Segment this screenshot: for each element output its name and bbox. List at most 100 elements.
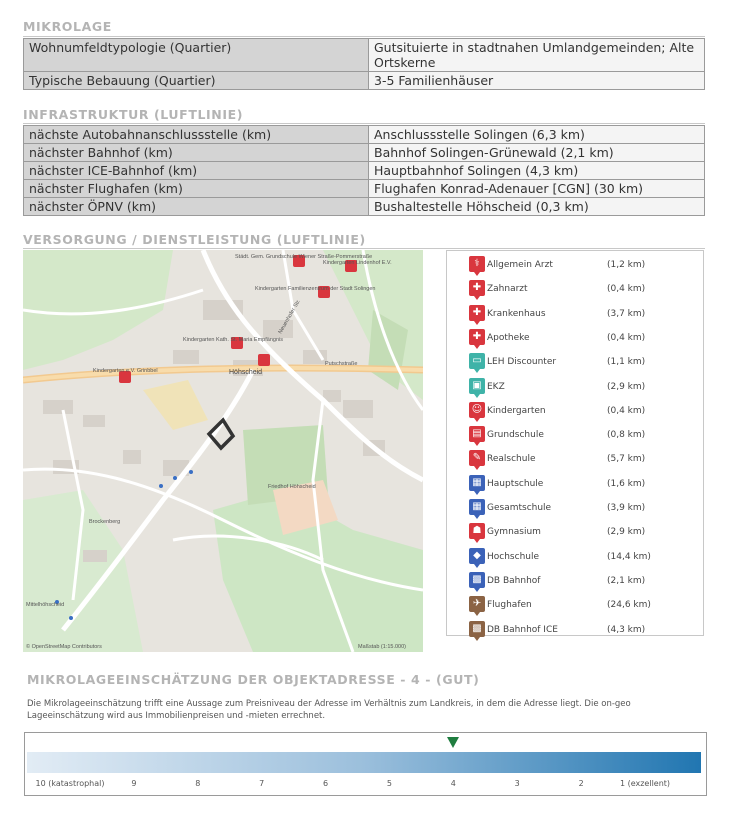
university-icon: ◆ [469,547,485,568]
legend-label: Apotheke [487,332,530,343]
legend-distance: (5,7 km) [607,454,646,465]
legend-item: ▣ EKZ (2,9 km) [469,377,699,398]
map-label-town: Höhscheid [229,369,262,376]
legend-distance: (3,7 km) [607,308,646,319]
doctor-icon: ⚕ [469,256,485,276]
kindergarten-icon: ☺ [469,401,485,422]
infrastruktur-value: Hauptbahnhof Solingen (4,3 km) [368,161,705,180]
hauptschule-icon: ▦ [469,474,485,495]
legend-distance: (4,3 km) [607,624,646,635]
infrastruktur-value: Bushaltestelle Höhscheid (0,3 km) [368,197,705,216]
legend-item: ◆ Hochschule (14,4 km) [469,547,699,568]
legend-distance: (3,9 km) [607,503,646,513]
primary-school-icon: ▤ [469,426,485,447]
legend-label: Hochschule [487,551,540,562]
mikrolage-value: Gutsituierte in stadtnahen Umlandgemeind… [368,38,705,72]
airport-icon: ✈ [469,596,485,617]
ice-station-icon: ▩ [469,620,485,641]
legend-distance: (0,8 km) [607,430,646,441]
map-label-kita-left: Kindergarten e.V. Grinbbel [93,368,158,374]
poi-legend: ⚕ Allgemein Arzt (1,2 km) ✚ Zahnarzt (0,4 km)… [446,250,704,641]
legend-label: Flughafen [487,600,532,611]
mikrolage-key: Wohnumfeldtypologie (Quartier) [23,38,369,72]
table-row: nächster Bahnhof (km) Bahnhof Solingen-G… [23,143,705,162]
legend-label: Realschule [487,454,536,465]
legend-item: ▭ LEH Discounter (1,1 km) [469,353,699,374]
legend-label: Hauptschule [487,478,544,489]
legend-label: Gesamtschule [487,503,552,513]
legend-distance: (14,4 km) [607,551,651,562]
legend-distance: (1,1 km) [607,357,646,368]
rating-scale-label: 7 [259,779,265,788]
legend-item: ✚ Apotheke (0,4 km) [469,328,699,349]
legend-distance: (2,9 km) [607,527,646,538]
rating-scale: 10 (katastrophal) 9 8 7 6 5 4 3 2 1 (exzellent) [24,732,707,796]
assessment-text: Die Mikrolageeinschätzung trifft eine Au… [27,699,631,721]
rating-scale-label: 10 (katastrophal) [35,779,105,788]
discounter-icon: ▭ [469,353,485,374]
location-map[interactable]: Städt. Gem. Grundschule Wiener Straße-Po… [23,250,423,652]
legend-distance: (2,9 km) [607,381,646,392]
map-canvas: Städt. Gem. Grundschule Wiener Straße-Po… [23,250,423,652]
rating-scale-label: 8 [195,779,201,788]
legend-distance: (1,2 km) [607,260,646,270]
versorgung-rule [23,248,705,249]
rating-scale-label: 3 [514,779,520,788]
map-scale: Maßstab (1:15.000) [358,644,406,650]
legend-item: ✎ Realschule (5,7 km) [469,450,699,471]
legend-label: Gymnasium [487,527,541,538]
legend-distance: (0,4 km) [607,405,646,416]
pharmacy-icon: ✚ [469,328,485,349]
infrastruktur-value: Flughafen Konrad-Adenauer [CGN] (30 km) [368,179,705,198]
train-station-icon: ▩ [469,571,485,592]
legend-item: ✚ Zahnarzt (0,4 km) [469,280,699,301]
legend-label: Kindergarten [487,405,546,416]
rating-marker [447,737,460,748]
infrastruktur-table: nächste Autobahnanschlussstelle (km) Ans… [23,125,705,216]
gymnasium-icon: ☗ [469,523,485,544]
legend-item: ✚ Krankenhaus (3,7 km) [469,304,699,325]
mikrolage-title: MIKROLAGE [23,19,112,34]
legend-item: ▩ DB Bahnhof (2,1 km) [469,571,699,592]
infrastruktur-key: nächster ICE-Bahnhof (km) [23,161,369,180]
gesamtschule-icon: ▦ [469,499,485,519]
legend-label: Allgemein Arzt [487,260,553,270]
infrastruktur-value: Anschlussstelle Solingen (6,3 km) [368,125,705,144]
map-label-kita-top: Kindergarten Lindenhof E.V. [323,260,392,266]
rating-scale-label: 9 [131,779,137,788]
table-row: Typische Bebauung (Quartier) 3-5 Familie… [23,71,705,90]
legend-label: DB Bahnhof ICE [487,624,558,635]
infrastruktur-key: nächste Autobahnanschlussstelle (km) [23,125,369,144]
legend-item: ✈ Flughafen (24,6 km) [469,596,699,617]
versorgung-title: VERSORGUNG / DIENSTLEISTUNG (LUFTLINIE) [23,232,366,247]
legend-item: ▤ Grundschule (0,8 km) [469,426,699,447]
table-row: nächster Flughafen (km) Flughafen Konrad… [23,179,705,198]
rating-scale-label: 6 [323,779,329,788]
table-row: nächste Autobahnanschlussstelle (km) Ans… [23,125,705,144]
rating-scale-label: 4 [450,779,456,788]
dentist-icon: ✚ [469,280,485,301]
infrastruktur-key: nächster ÖPNV (km) [23,197,369,216]
table-row: nächster ÖPNV (km) Bushaltestelle Höhsch… [23,197,705,216]
hospital-icon: ✚ [469,304,485,325]
infrastruktur-key: nächster Flughafen (km) [23,179,369,198]
legend-label: Krankenhaus [487,308,546,319]
rating-scale-label: 2 [578,779,584,788]
legend-distance: (0,4 km) [607,332,646,343]
legend-label: DB Bahnhof [487,575,541,586]
map-label-kita-kath: Kindergarten Kath. St. Maria Empfängnis [183,337,283,343]
infrastruktur-value: Bahnhof Solingen-Grünewald (2,1 km) [368,143,705,162]
table-row: Wohnumfeldtypologie (Quartier) Gutsituie… [23,38,705,72]
legend-item: ▦ Gesamtschule (3,9 km) [469,499,699,519]
map-label-friedhof: Friedhof Höhscheid [268,484,316,490]
mikrolage-table: Wohnumfeldtypologie (Quartier) Gutsituie… [23,38,705,90]
legend-label: Zahnarzt [487,284,528,295]
mikrolage-value: 3-5 Familienhäuser [368,71,705,90]
table-row: nächster ICE-Bahnhof (km) Hauptbahnhof S… [23,161,705,180]
map-label-kita-famz: Kindergarten Familienzentrum der Stadt S… [255,286,375,292]
infrastruktur-title: INFRASTRUKTUR (LUFTLINIE) [23,107,244,122]
map-attribution: © OpenStreetMap Contributors [26,643,102,650]
rating-scale-label: 1 (exzellent) [619,779,671,788]
legend-label: LEH Discounter [487,357,557,368]
mikrolage-rule [23,36,705,37]
